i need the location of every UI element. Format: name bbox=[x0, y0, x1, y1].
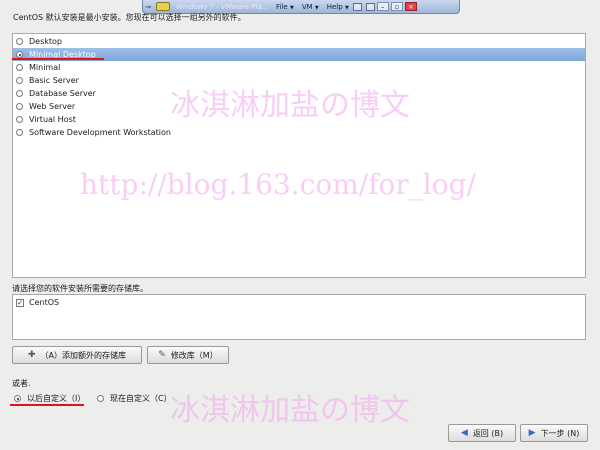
customize-now-radio[interactable]: 现在自定义（C） bbox=[97, 393, 172, 404]
repo-item-centos[interactable]: ✓ CentOS bbox=[16, 298, 59, 307]
pin-icon[interactable]: ⊸ bbox=[143, 3, 153, 11]
radio-icon bbox=[16, 38, 23, 45]
option-software-dev-workstation[interactable]: Software Development Workstation bbox=[13, 126, 585, 139]
vm-menu-file[interactable]: File ▼ bbox=[276, 3, 294, 11]
annotation-underline bbox=[12, 58, 104, 60]
option-minimal[interactable]: Minimal bbox=[13, 61, 585, 74]
vm-icon bbox=[156, 2, 170, 11]
ctrl-alt-del-icon[interactable] bbox=[352, 2, 362, 11]
vm-window-title: Windows 7 - VMware Pla... bbox=[176, 2, 268, 11]
radio-icon bbox=[16, 64, 23, 71]
repository-list[interactable]: ✓ CentOS bbox=[12, 294, 586, 340]
radio-icon bbox=[16, 90, 23, 97]
option-database-server[interactable]: Database Server bbox=[13, 87, 585, 100]
close-icon[interactable]: × bbox=[404, 2, 417, 11]
radio-selected-icon bbox=[14, 395, 21, 402]
option-web-server[interactable]: Web Server bbox=[13, 100, 585, 113]
repo-label: 请选择您的软件安装所需要的存储库。 bbox=[12, 284, 148, 293]
or-label: 或者. bbox=[12, 379, 31, 388]
radio-icon bbox=[97, 395, 104, 402]
minimize-icon[interactable]: – bbox=[376, 2, 389, 11]
next-button[interactable]: ▶ 下一步 (N) bbox=[520, 424, 588, 442]
annotation-underline bbox=[10, 404, 84, 406]
restore-icon[interactable]: ▫ bbox=[390, 2, 403, 11]
vm-menu-vm[interactable]: VM ▼ bbox=[302, 3, 319, 11]
arrow-left-icon: ◀ bbox=[460, 428, 468, 438]
arrow-right-icon: ▶ bbox=[528, 428, 536, 438]
radio-icon bbox=[16, 129, 23, 136]
vm-menu-help[interactable]: Help ▼ bbox=[327, 3, 349, 11]
instruction-text: CentOS 默认安装是最小安装。您现在可以选择一组另外的软件。 bbox=[13, 13, 246, 22]
checkbox-checked-icon[interactable]: ✓ bbox=[16, 298, 24, 307]
radio-icon bbox=[16, 77, 23, 84]
unity-icon[interactable] bbox=[365, 2, 375, 11]
option-basic-server[interactable]: Basic Server bbox=[13, 74, 585, 87]
plus-icon: ✚ bbox=[27, 350, 36, 360]
radio-selected-icon bbox=[16, 51, 23, 58]
option-virtual-host[interactable]: Virtual Host bbox=[13, 113, 585, 126]
add-repo-button[interactable]: ✚ （A）添加额外的存储库 bbox=[12, 346, 142, 364]
install-type-list[interactable]: Desktop Minimal Desktop Minimal Basic Se… bbox=[12, 33, 586, 278]
modify-repo-button[interactable]: ✎ 修改库（M） bbox=[147, 346, 229, 364]
radio-icon bbox=[16, 116, 23, 123]
back-button[interactable]: ◀ 返回 (B) bbox=[448, 424, 516, 442]
option-desktop[interactable]: Desktop bbox=[13, 35, 585, 48]
watermark-name-bottom: 冰淇淋加盐の博文 bbox=[170, 393, 410, 428]
radio-icon bbox=[16, 103, 23, 110]
edit-icon: ✎ bbox=[158, 350, 166, 360]
customize-later-radio[interactable]: 以后自定义（I） bbox=[14, 393, 85, 404]
